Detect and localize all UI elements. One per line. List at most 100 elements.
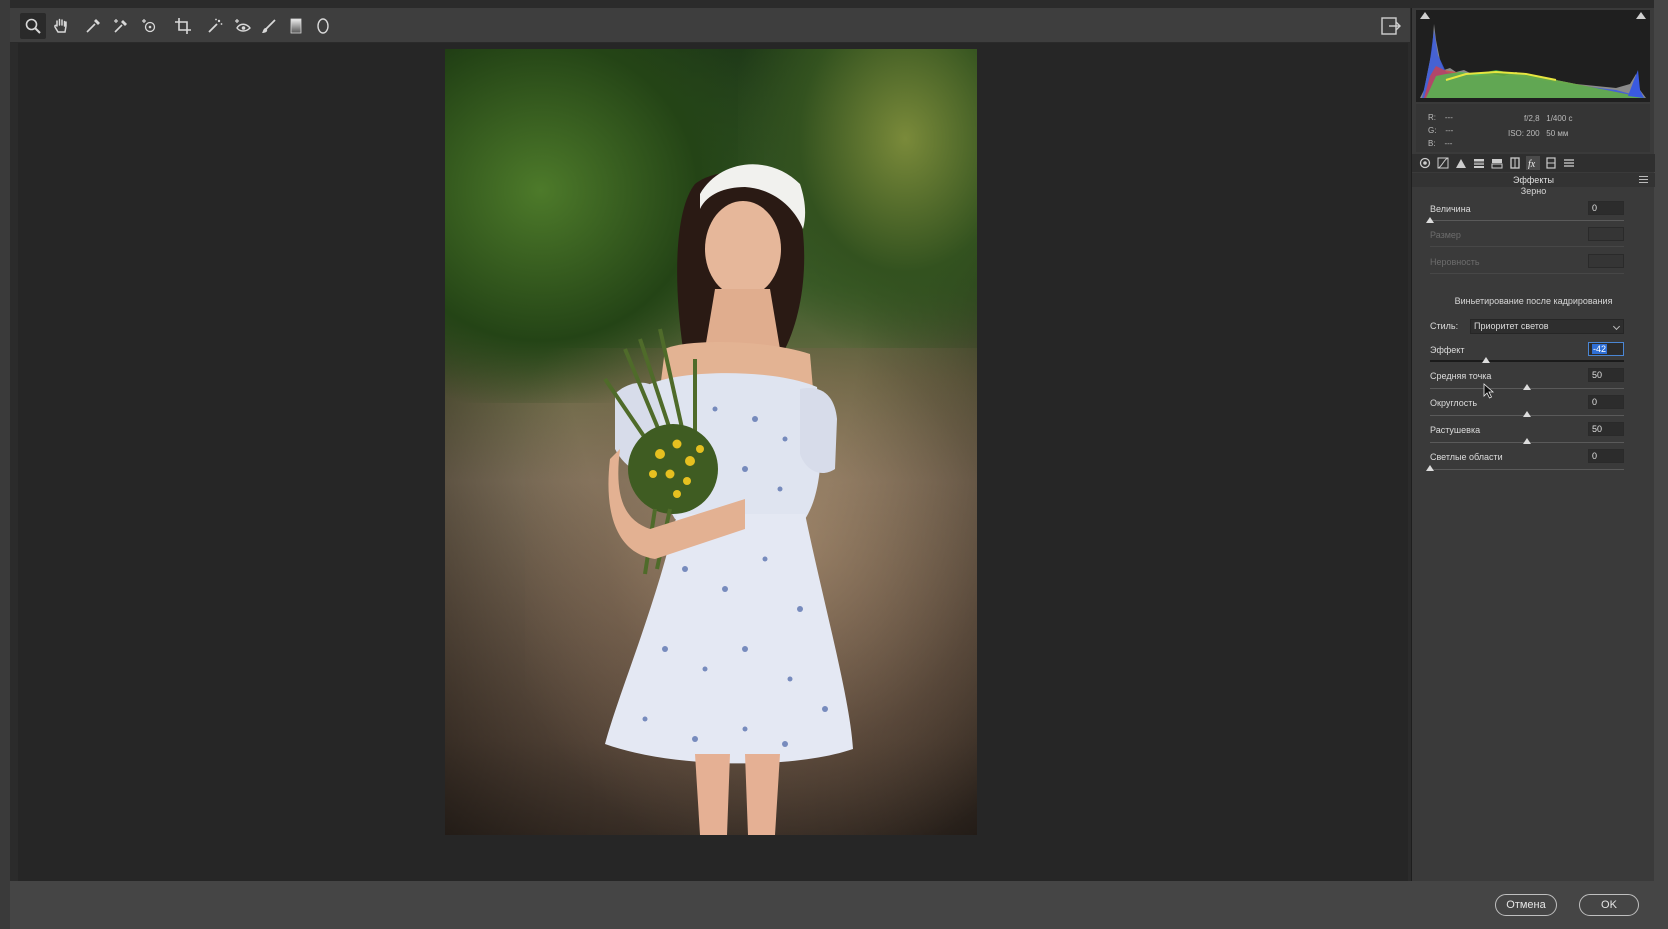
grain-amount-label: Величина [1430, 204, 1471, 214]
vignette-amount-label: Эффект [1430, 345, 1465, 355]
vignette-amount-thumb[interactable] [1482, 357, 1491, 363]
eye-icon [235, 19, 251, 32]
grain-size-label: Размер [1430, 230, 1461, 240]
grain-roughness-field [1588, 254, 1624, 268]
tab-lens-corrections[interactable] [1508, 156, 1522, 170]
shadow-clipping-warning-icon[interactable] [1420, 12, 1430, 19]
vignette-highlights-slider[interactable] [1426, 465, 1624, 471]
iso-value: ISO: 200 [1508, 129, 1540, 138]
adjustment-brush-tool-button[interactable] [256, 13, 282, 39]
vignette-highlights-value: 0 [1592, 451, 1598, 461]
vignette-roundness-slider[interactable] [1430, 411, 1624, 417]
crop-tool-button[interactable] [170, 13, 196, 39]
grain-amount-thumb[interactable] [1426, 217, 1434, 223]
b-value: --- [1444, 139, 1453, 148]
vignette-style-label: Стиль: [1430, 321, 1459, 331]
tab-effects[interactable]: fx [1526, 156, 1540, 170]
vignette-feather-field[interactable]: 50 [1588, 422, 1624, 436]
red-eye-tool-button[interactable] [230, 13, 256, 39]
radial-filter-tool-button[interactable] [310, 13, 336, 39]
info-readout: R: --- G: --- B: --- f/2,8 1/400 с ISO: … [1416, 104, 1650, 152]
vignette-highlights-field[interactable]: 0 [1588, 449, 1624, 463]
dialog-footer: Отмена OK [10, 881, 1654, 929]
panel-tabs: fx [1412, 154, 1655, 172]
tab-split-toning[interactable] [1490, 156, 1504, 170]
vignette-style-select[interactable]: Приоритет светов [1470, 319, 1624, 334]
hand-icon [54, 18, 67, 33]
tab-presets[interactable] [1562, 156, 1576, 170]
svg-text:fx: fx [1528, 159, 1536, 169]
tab-camera-calibration[interactable] [1544, 156, 1558, 170]
brush-icon [262, 19, 276, 33]
curve-icon [1437, 157, 1449, 169]
grain-size-slider [1430, 246, 1624, 247]
zoom-tool-button[interactable] [20, 13, 46, 39]
r-label: R: [1428, 113, 1436, 122]
tab-tone-curve[interactable] [1436, 156, 1450, 170]
ellipse-icon [317, 18, 329, 34]
grain-amount-value: 0 [1592, 203, 1598, 213]
camera-calibration-icon [1546, 157, 1556, 169]
graduated-filter-tool-button[interactable] [283, 13, 309, 39]
chevron-down-icon [1612, 322, 1621, 331]
g-value: --- [1445, 126, 1454, 135]
vignette-feather-slider[interactable] [1430, 438, 1624, 444]
grain-amount-slider[interactable] [1426, 217, 1624, 223]
vignette-feather-thumb[interactable] [1523, 438, 1531, 444]
grain-amount-field[interactable]: 0 [1588, 201, 1624, 215]
highlight-clipping-warning-icon[interactable] [1636, 12, 1646, 19]
g-label: G: [1428, 126, 1437, 135]
adjustments-panel: R: --- G: --- B: --- f/2,8 1/400 с ISO: … [1411, 8, 1655, 881]
vignette-highlights-thumb[interactable] [1426, 465, 1434, 471]
color-sampler-tool-button[interactable] [108, 13, 134, 39]
tab-hsl[interactable] [1472, 156, 1486, 170]
tab-basic[interactable] [1418, 156, 1432, 170]
vignette-roundness-thumb[interactable] [1523, 411, 1531, 417]
top-toolbar [10, 8, 1410, 43]
vignette-feather-value: 50 [1592, 424, 1603, 434]
white-balance-tool-button[interactable] [80, 13, 106, 39]
tab-detail[interactable] [1454, 156, 1468, 170]
hand-tool-button[interactable] [48, 13, 74, 39]
target-icon [142, 19, 156, 33]
lens-icon [1510, 157, 1520, 169]
vignette-midpoint-field[interactable]: 50 [1588, 368, 1624, 382]
mountain-icon [1456, 159, 1466, 168]
cancel-button[interactable]: Отмена [1495, 894, 1557, 916]
section-title: Эффекты [1412, 173, 1655, 187]
focal-length-value: 50 мм [1546, 129, 1569, 138]
vignette-amount-field[interactable]: -42 [1588, 342, 1624, 356]
b-label: B: [1428, 139, 1436, 148]
open-in-photoshop-button[interactable] [1380, 16, 1402, 36]
vignette-feather-label: Растушевка [1430, 425, 1481, 435]
vignette-roundness-field[interactable]: 0 [1588, 395, 1624, 409]
image-canvas[interactable] [18, 43, 1408, 881]
vignette-midpoint-thumb[interactable] [1523, 384, 1531, 390]
fx-icon: fx [1528, 159, 1536, 169]
preview-photo[interactable] [445, 49, 977, 835]
photo-subject [603, 164, 853, 835]
grain-size-field [1588, 227, 1624, 241]
vignette-midpoint-slider[interactable] [1430, 384, 1624, 390]
panel-menu-icon[interactable] [1639, 176, 1648, 183]
aperture-icon [1419, 157, 1431, 169]
grain-title: Зерно [1520, 186, 1547, 196]
vignette-amount-slider[interactable] [1430, 357, 1624, 363]
vignette-roundness-label: Округлость [1430, 398, 1478, 408]
split-toning-icon [1491, 159, 1503, 169]
window-left-edge [0, 0, 10, 929]
presets-icon [1564, 159, 1574, 167]
ok-button[interactable]: OK [1579, 894, 1639, 916]
histogram-graph [1420, 24, 1646, 98]
rgb-readout: R: --- G: --- B: --- [1428, 111, 1453, 150]
gradient-icon [290, 18, 302, 34]
exif-exposure: f/2,8 1/400 с [1524, 114, 1573, 123]
targeted-adjustment-tool-button[interactable] [136, 13, 162, 39]
vignette-midpoint-value: 50 [1592, 370, 1603, 380]
vignette-title: Виньетирование после кадрирования [1454, 296, 1613, 306]
mouse-cursor-icon [1483, 383, 1495, 399]
magnifier-icon [25, 18, 41, 34]
vignette-style-value: Приоритет светов [1474, 321, 1549, 331]
window-right-edge [1654, 0, 1668, 929]
spot-removal-tool-button[interactable] [202, 13, 228, 39]
